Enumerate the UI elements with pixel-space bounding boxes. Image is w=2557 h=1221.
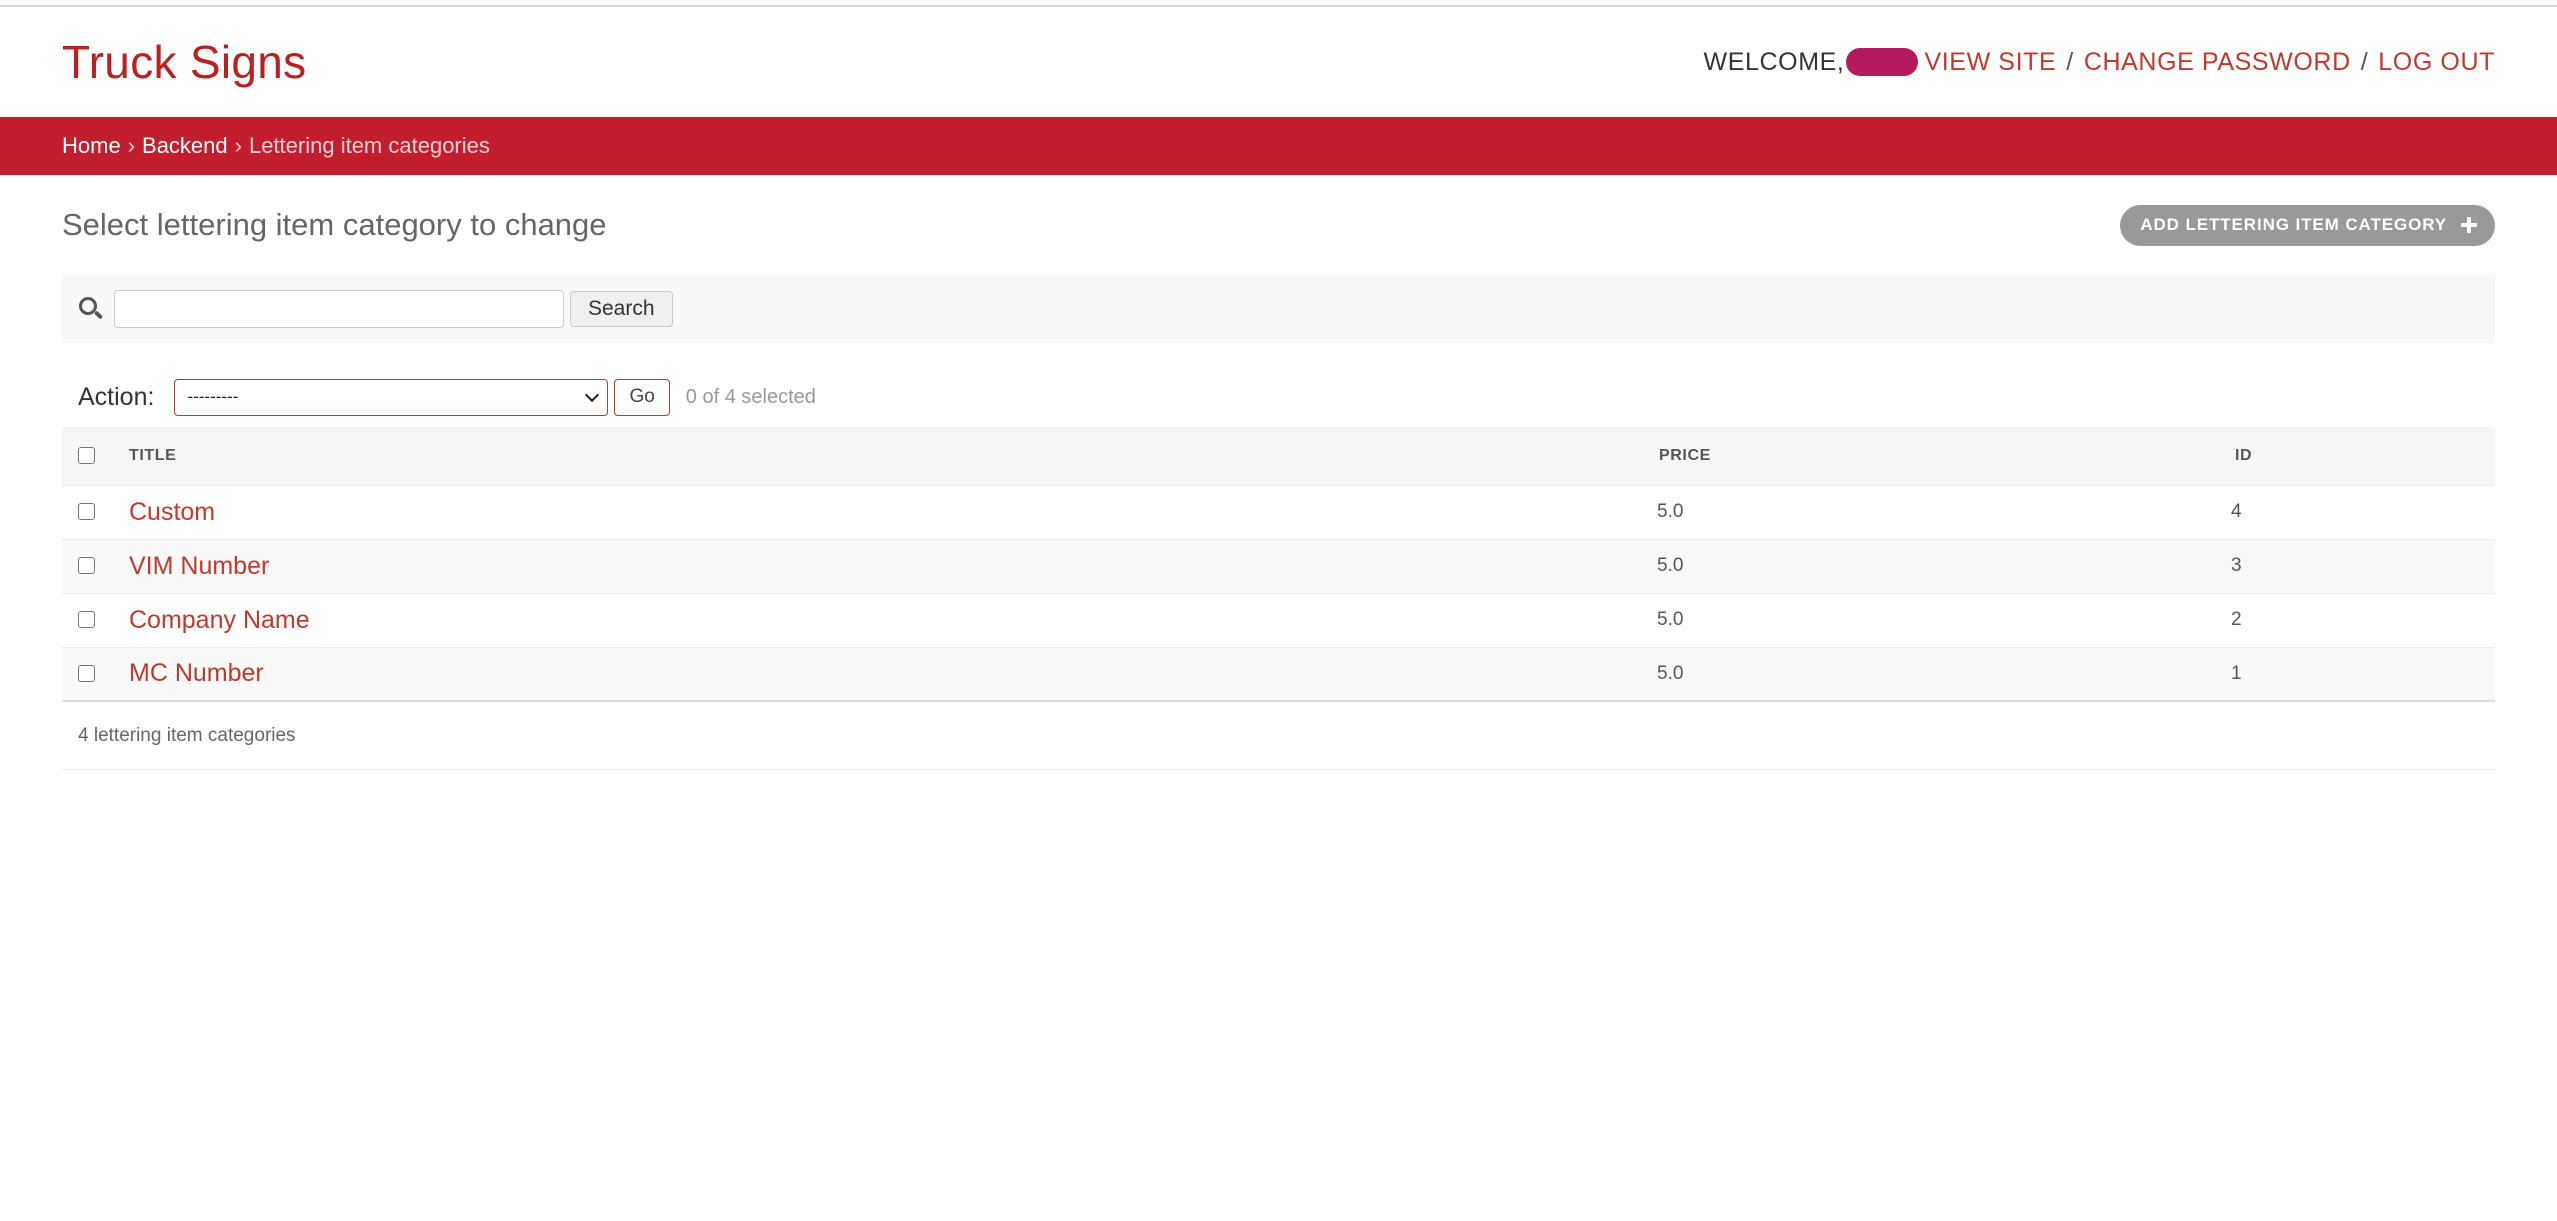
row-price: 5.0 [1657, 662, 1684, 684]
breadcrumb-arrow: › [234, 133, 242, 158]
log-out-link[interactable]: LOG OUT [2378, 48, 2495, 77]
row-title-link[interactable]: VIM Number [129, 552, 269, 580]
row-id: 3 [2231, 555, 2242, 576]
search-button[interactable]: Search [570, 291, 673, 327]
column-header-title[interactable]: TITLE [125, 427, 1657, 486]
row-checkbox[interactable] [78, 503, 95, 521]
go-button[interactable]: Go [614, 378, 670, 416]
search-toolbar: Search [62, 275, 2495, 343]
redacted-username [1846, 48, 1919, 76]
action-select[interactable]: --------- [174, 378, 609, 416]
welcome-text: WELCOME, [1703, 47, 1845, 76]
change-password-link[interactable]: CHANGE PASSWORD [2084, 48, 2351, 77]
breadcrumb-current: Lettering item categories [248, 133, 490, 158]
row-id: 1 [2231, 662, 2242, 684]
row-id: 4 [2231, 501, 2242, 522]
add-button-label: ADD LETTERING ITEM CATEGORY [2140, 215, 2447, 234]
table-row: MC Number 5.0 1 [62, 647, 2495, 702]
row-price: 5.0 [1657, 555, 1684, 576]
column-header-price[interactable]: PRICE [1657, 427, 2231, 486]
header: Truck Signs WELCOME, VIEW SITE / CHANGE … [0, 7, 2557, 117]
search-icon [78, 296, 104, 322]
results-table: TITLE PRICE ID Custom 5.0 4 VIM Number 5… [62, 427, 2495, 702]
breadcrumb: Home › Backend › Lettering item categori… [0, 117, 2557, 175]
search-input[interactable] [114, 290, 564, 328]
action-select-value: --------- [187, 387, 239, 406]
separator: / [2066, 47, 2074, 76]
table-row: VIM Number 5.0 3 [62, 539, 2495, 594]
row-title-link[interactable]: Custom [129, 498, 215, 526]
action-label: Action: [78, 382, 155, 411]
row-checkbox[interactable] [78, 611, 95, 629]
separator: / [2360, 47, 2369, 76]
row-title-link[interactable]: Company Name [129, 606, 310, 634]
table-header-row: TITLE PRICE ID [62, 427, 2495, 486]
row-checkbox[interactable] [78, 665, 95, 683]
chevron-down-icon [585, 387, 600, 402]
view-site-link[interactable]: VIEW SITE [1924, 48, 2056, 77]
add-lettering-item-category-button[interactable]: ADD LETTERING ITEM CATEGORY [2120, 204, 2495, 246]
site-brand[interactable]: Truck Signs [62, 35, 306, 89]
row-id: 2 [2231, 609, 2242, 630]
breadcrumb-arrow: › [127, 133, 136, 158]
paginator: 4 lettering item categories [62, 702, 2495, 770]
actions-bar: Action: --------- Go 0 of 4 selected [62, 367, 2495, 427]
column-header-id[interactable]: ID [2231, 427, 2495, 486]
breadcrumb-home[interactable]: Home [62, 133, 121, 159]
user-tools: WELCOME, VIEW SITE / CHANGE PASSWORD / L… [1704, 48, 2495, 77]
row-price: 5.0 [1657, 501, 1684, 522]
content: Select lettering item category to change… [0, 175, 2557, 770]
row-title-link[interactable]: MC Number [129, 659, 264, 687]
breadcrumb-backend[interactable]: Backend [142, 133, 228, 159]
title-row: Select lettering item category to change… [62, 175, 2495, 275]
select-all-checkbox[interactable] [78, 447, 95, 465]
table-row: Custom 5.0 4 [62, 485, 2495, 540]
row-checkbox[interactable] [78, 557, 95, 575]
row-price: 5.0 [1657, 609, 1684, 630]
plus-icon [2461, 217, 2477, 233]
table-row: Company Name 5.0 2 [62, 593, 2495, 648]
header-select-all [62, 427, 125, 486]
page-title: Select lettering item category to change [62, 207, 607, 242]
top-rule [0, 0, 2557, 7]
selection-counter: 0 of 4 selected [685, 385, 816, 408]
